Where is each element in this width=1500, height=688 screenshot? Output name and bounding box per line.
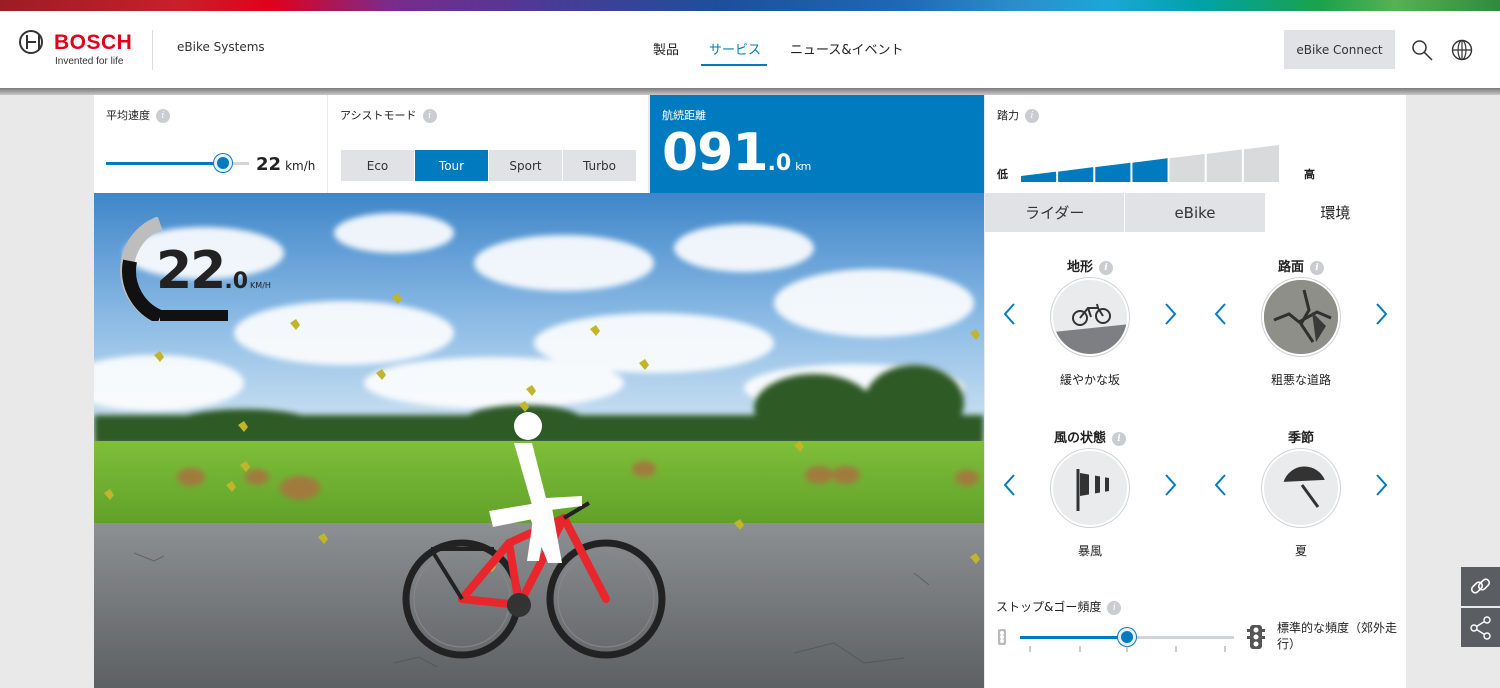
traffic-light-icon (998, 629, 1006, 645)
terrain-caption: 緩やかな坂 (1059, 373, 1120, 387)
power-level-bar[interactable] (1206, 149, 1242, 182)
slider-handle[interactable] (214, 154, 233, 172)
info-icon[interactable]: i (1310, 260, 1324, 275)
configuration-panel: ライダー eBike 環境 地形 i 緩やかな坂 路面 i 粗悪な道路 風の状態… (985, 193, 1406, 688)
assist-mode-panel: アシストモード i Eco Tour Sport Turbo (328, 95, 648, 193)
season-title: 季節 (1287, 431, 1314, 446)
tab-ebike[interactable]: eBike (1125, 193, 1266, 232)
globe-icon[interactable] (1451, 39, 1473, 61)
season-caption: 夏 (1294, 544, 1307, 558)
ebike-connect-button[interactable]: eBike Connect (1284, 30, 1395, 69)
info-icon[interactable]: i (1112, 431, 1126, 446)
range-panel: 航続距離 091.0 km (650, 95, 984, 193)
chevron-left-icon[interactable] (1211, 300, 1231, 328)
wind-image (1051, 449, 1129, 527)
season-option: 季節 夏 (1196, 427, 1406, 577)
tab-rider[interactable]: ライダー (985, 193, 1126, 232)
brand-tagline: Invented for life (55, 56, 124, 67)
mode-sport[interactable]: Sport (489, 150, 562, 181)
brand-color-bar (0, 0, 1500, 11)
pedal-power-panel: 踏力 i 低 高 (985, 95, 1406, 193)
power-level-bar[interactable] (1243, 145, 1279, 182)
season-image (1262, 449, 1340, 527)
bicycle-icon (1072, 303, 1111, 326)
assist-mode-label: アシストモード (340, 109, 417, 122)
share-icon (1470, 616, 1491, 640)
chevron-right-icon[interactable] (1371, 300, 1391, 328)
power-high-label: 高 (1304, 168, 1315, 181)
windsock-icon (1076, 469, 1109, 511)
site-name[interactable]: eBike Systems (177, 40, 265, 54)
surface-title: 路面 (1277, 260, 1304, 275)
umbrella-icon (1283, 466, 1325, 508)
power-level-bar[interactable] (1095, 162, 1131, 182)
nav-products[interactable]: 製品 (653, 39, 679, 58)
mode-eco[interactable]: Eco (341, 150, 414, 181)
stop-go-value: 標準的な頻度（郊外走行） (1277, 621, 1398, 651)
nav-service[interactable]: サービス (709, 39, 761, 58)
slider-fill (106, 162, 224, 165)
header-shadow (0, 88, 1500, 95)
wind-caption: 暴風 (1077, 544, 1102, 558)
chevron-right-icon[interactable] (1160, 471, 1180, 499)
wind-option: 風の状態 i 暴風 (985, 427, 1195, 577)
brand-name[interactable]: BOSCH (54, 31, 132, 55)
mode-tour[interactable]: Tour (415, 150, 488, 181)
surface-caption: 粗悪な道路 (1270, 373, 1331, 387)
chevron-left-icon[interactable] (1211, 471, 1231, 499)
logo-divider (152, 30, 153, 70)
chevron-right-icon[interactable] (1160, 300, 1180, 328)
ride-simulation-scene: 22.0 KM/H (94, 193, 984, 688)
link-icon (1470, 578, 1491, 594)
share-button[interactable] (1461, 608, 1500, 647)
info-icon[interactable]: i (422, 109, 437, 123)
wind-title: 風の状態 (1053, 431, 1106, 446)
surface-option: 路面 i 粗悪な道路 (1196, 256, 1406, 406)
info-icon[interactable]: i (1025, 109, 1039, 123)
average-speed-value: 22 km/h (256, 154, 316, 175)
surface-image (1262, 278, 1340, 356)
slider-handle[interactable] (1118, 628, 1136, 646)
terrain-option: 地形 i 緩やかな坂 (985, 256, 1195, 406)
config-tabs: ライダー eBike 環境 (985, 193, 1406, 232)
mode-turbo[interactable]: Turbo (563, 150, 636, 181)
range-unit: km (795, 160, 811, 173)
slider-ticks (1029, 646, 1226, 652)
info-icon[interactable]: i (1099, 260, 1113, 275)
speedometer-value: 22.0 KM/H (156, 241, 271, 301)
terrain-image (1051, 278, 1129, 356)
stop-go-label: ストップ&ゴー頻度 (996, 600, 1102, 614)
site-header: BOSCH Invented for life eBike Systems 製品… (0, 11, 1500, 88)
power-level-bar[interactable] (1169, 153, 1205, 182)
average-speed-slider[interactable] (106, 154, 249, 172)
pedal-power-label: 踏力 (997, 109, 1019, 122)
average-speed-panel: 平均速度 i 22 km/h (94, 95, 327, 193)
slider-fill (1020, 636, 1127, 639)
power-level-bar[interactable] (1132, 158, 1168, 182)
power-level-bar[interactable] (1021, 171, 1057, 182)
nav-news-events[interactable]: ニュース&イベント (790, 39, 904, 58)
average-speed-label: 平均速度 (106, 109, 150, 122)
power-level-bar[interactable] (1058, 167, 1094, 182)
pedal-power-selector[interactable] (1021, 145, 1281, 182)
range-value: 091.0 km (662, 123, 811, 183)
chevron-left-icon[interactable] (1000, 300, 1020, 328)
power-low-label: 低 (997, 168, 1008, 181)
assist-mode-selector: Eco Tour Sport Turbo (341, 150, 636, 181)
info-icon[interactable]: i (1107, 600, 1122, 615)
link-button[interactable] (1461, 567, 1500, 606)
speedometer-unit: KM/H (250, 281, 271, 290)
search-icon[interactable] (1411, 39, 1433, 61)
range-label: 航続距離 (662, 109, 706, 122)
speed-unit: km/h (285, 159, 316, 173)
tab-environment[interactable]: 環境 (1265, 193, 1406, 232)
terrain-title: 地形 (1066, 260, 1093, 275)
chevron-right-icon[interactable] (1371, 471, 1391, 499)
chevron-left-icon[interactable] (1000, 471, 1020, 499)
stop-go-slider[interactable] (1020, 628, 1234, 646)
info-icon[interactable]: i (156, 109, 170, 123)
traffic-light-icon (1247, 625, 1265, 649)
bosch-logo-icon[interactable] (19, 30, 43, 54)
nav-active-indicator (701, 64, 767, 66)
